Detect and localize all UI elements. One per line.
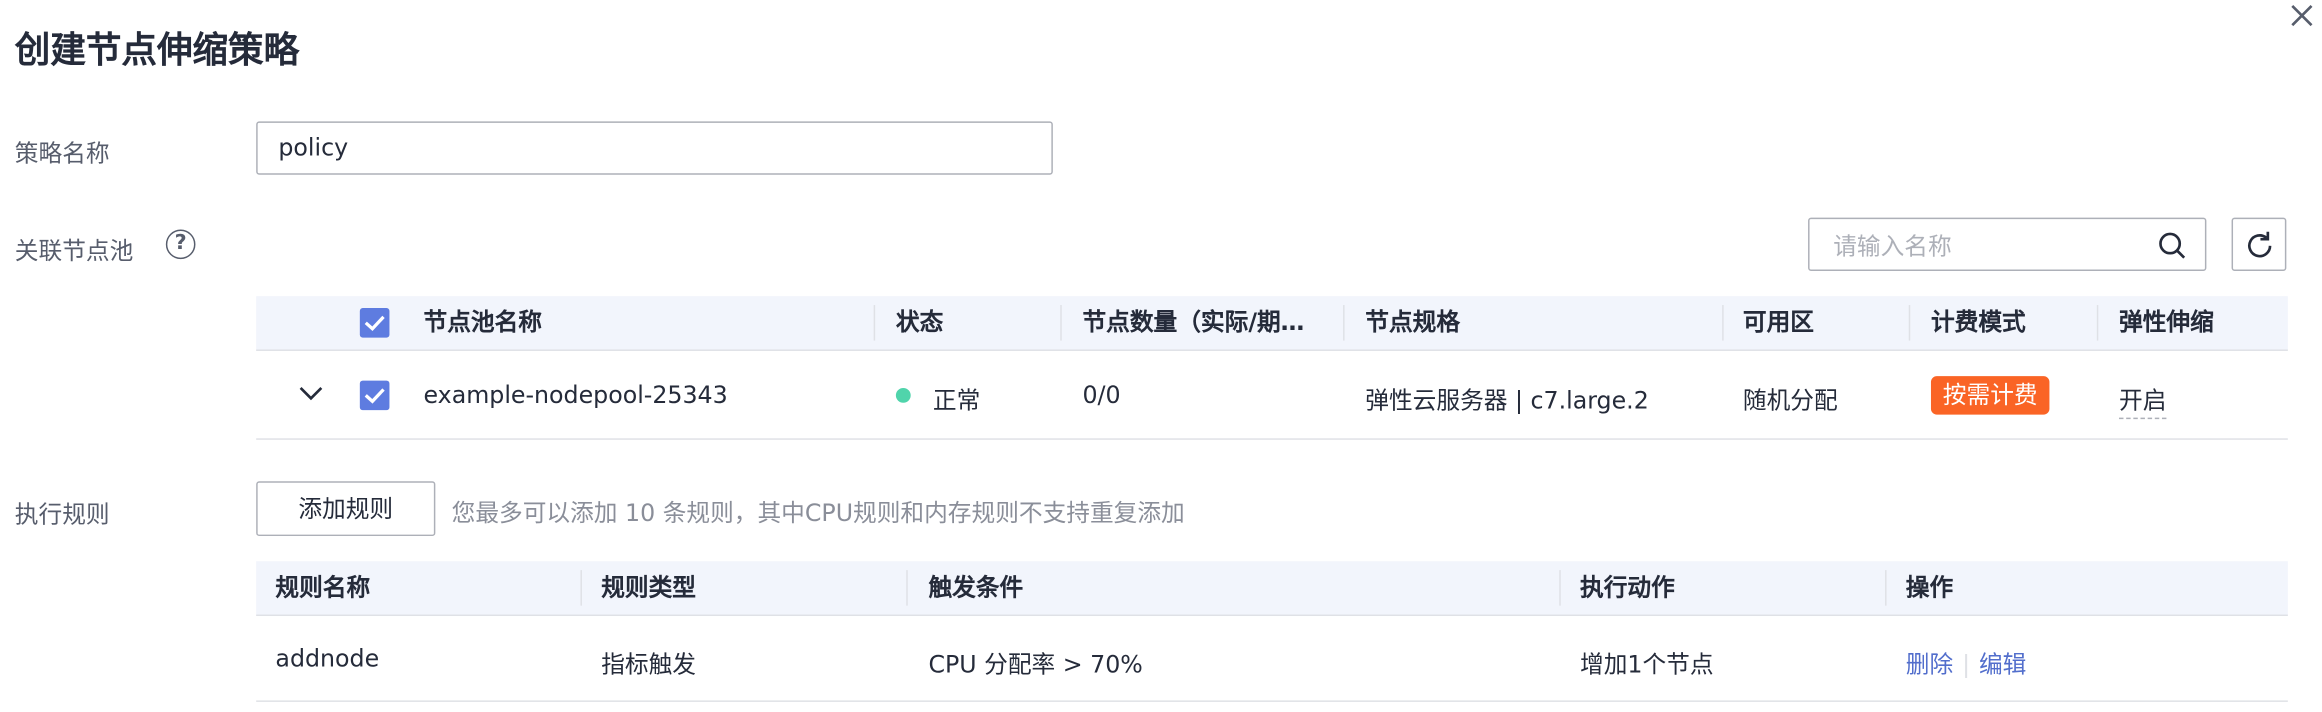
col-node-count: 节点数量（实际/期… (1082, 308, 1305, 337)
billing-badge: 按需计费 (1930, 376, 2050, 415)
close-icon (2291, 4, 2313, 27)
row-checkbox[interactable] (359, 380, 390, 411)
close-button[interactable] (2285, 0, 2318, 33)
col-zone: 可用区 (1742, 308, 1815, 337)
policy-name-input[interactable]: policy (256, 121, 1053, 175)
rules-table-header: 规则名称 规则类型 触发条件 执行动作 操作 (256, 561, 2288, 617)
search-input[interactable] (1830, 219, 2148, 273)
rule-condition: CPU 分配率 > 70% (928, 650, 1143, 679)
zone: 随机分配 (1742, 386, 1838, 415)
rules-hint: 您最多可以添加 10 条规则，其中CPU规则和内存规则不支持重复添加 (451, 499, 1185, 528)
nodepool-label: 关联节点池 (14, 236, 134, 266)
rule-name: addnode (275, 644, 380, 673)
col-autoscaling: 弹性伸缩 (2119, 308, 2214, 337)
nodepool-name[interactable]: example-nodepool-25343 (424, 381, 728, 409)
create-scaling-policy-dialog: 创建节点伸缩策略 策略名称 policy 关联节点池 ? 节点池名称 状态 节点… (0, 0, 2322, 711)
rule-operations: 删除 | 编辑 (1906, 644, 2027, 680)
chevron-down-icon[interactable] (298, 384, 325, 405)
rules-label: 执行规则 (14, 500, 110, 529)
dialog-title: 创建节点伸缩策略 (14, 29, 300, 72)
refresh-icon (2248, 231, 2272, 258)
check-icon (364, 315, 385, 332)
add-rule-button[interactable]: 添加规则 (256, 481, 436, 537)
help-icon[interactable]: ? (165, 229, 196, 260)
check-icon (364, 388, 385, 404)
delete-link[interactable]: 删除 (1906, 650, 1953, 678)
refresh-button[interactable] (2231, 217, 2287, 271)
link-separator: | (1962, 650, 1971, 679)
col-spec: 节点规格 (1365, 308, 1461, 337)
edit-link[interactable]: 编辑 (1979, 650, 2026, 678)
node-spec: 弹性云服务器 | c7.large.2 (1365, 386, 1649, 415)
rule-action: 增加1个节点 (1580, 650, 1714, 679)
policy-name-label: 策略名称 (14, 139, 110, 168)
table-row[interactable]: example-nodepool-25343 正常 0/0 弹性云服务器 | c… (256, 351, 2288, 440)
search-icon[interactable] (2158, 231, 2188, 261)
col-status: 状态 (895, 308, 944, 337)
autoscaling-status[interactable]: 开启 (2119, 381, 2167, 420)
col-nodepool-name: 节点池名称 (423, 308, 542, 337)
col-billing: 计费模式 (1930, 308, 2026, 337)
col-rule-type: 规则类型 (601, 573, 696, 602)
rule-type: 指标触发 (601, 650, 696, 679)
nodepool-table-header: 节点池名称 状态 节点数量（实际/期… 节点规格 可用区 计费模式 弹性伸缩 (256, 296, 2288, 351)
col-trigger: 触发条件 (928, 573, 1024, 602)
table-row: addnode 指标触发 CPU 分配率 > 70% 增加1个节点 删除 | 编辑 (256, 616, 2288, 702)
col-action: 执行动作 (1580, 573, 1675, 602)
node-count: 0/0 (1082, 380, 1121, 409)
select-all-checkbox[interactable] (359, 308, 390, 338)
status-dot (895, 387, 911, 403)
col-operation: 操作 (1905, 573, 1954, 602)
col-rule-name: 规则名称 (275, 573, 371, 602)
status-text: 正常 (932, 386, 981, 415)
nodepool-search[interactable] (1808, 217, 2207, 273)
